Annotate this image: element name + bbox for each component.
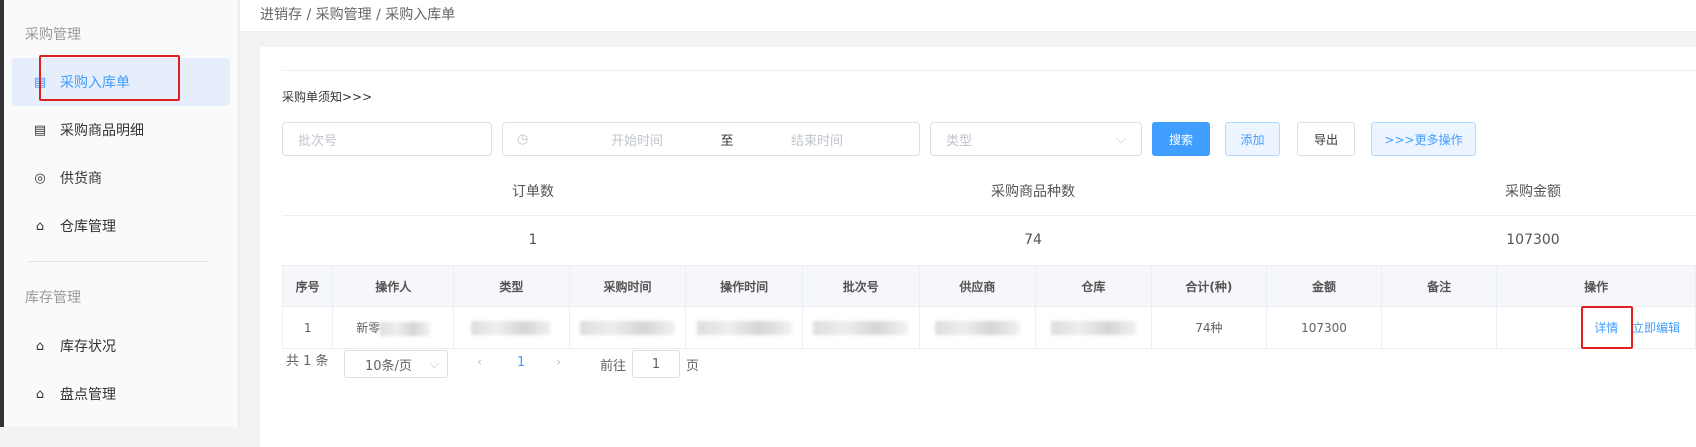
col-amount: 金额	[1266, 265, 1382, 307]
goto-label: 前往	[600, 359, 627, 374]
col-type: 类型	[453, 265, 570, 307]
col-actions: 操作	[1496, 265, 1696, 307]
redacted-blur	[579, 320, 675, 335]
page-size-select[interactable]: 10条/页 ⌵	[344, 350, 448, 378]
redacted-blur	[471, 320, 552, 335]
sidebar-item-supplier[interactable]: ◎ 供货商	[12, 154, 230, 202]
notice-link[interactable]: 采购单须知>>>	[282, 88, 372, 105]
cell-purchase-time	[568, 306, 687, 349]
group-title-inventory: 库存管理	[25, 290, 81, 306]
table-header-row: 序号 操作人 类型 采购时间 操作时间 批次号 供应商 仓库 合计(种) 金额 …	[281, 265, 1696, 307]
col-warehouse: 仓库	[1035, 265, 1152, 307]
divider	[282, 70, 1696, 71]
col-index: 序号	[281, 265, 334, 307]
cell-remark	[1380, 306, 1498, 349]
add-button[interactable]: 添加	[1225, 122, 1280, 156]
page-unit: 页	[686, 359, 700, 374]
group-title-purchase: 采购管理	[25, 27, 81, 43]
table-row: 1 新零 74种 107300 详情 立即编辑	[281, 306, 1696, 349]
divider	[282, 215, 1696, 216]
house-lock-icon: ⌂	[35, 338, 45, 354]
redacted-blur	[813, 320, 909, 335]
col-supplier: 供应商	[918, 265, 1037, 307]
redacted-blur	[1050, 320, 1136, 335]
cell-operation-time	[685, 306, 803, 349]
col-purchase-time: 采购时间	[568, 265, 687, 307]
document-list-icon: ▤	[33, 122, 47, 138]
top-bar	[240, 0, 1696, 32]
stat-value-kinds: 74	[1024, 232, 1042, 248]
clock-icon: ◷	[517, 131, 529, 147]
sidebar-item-stock-status[interactable]: ⌂ 库存状况	[12, 322, 230, 370]
pagination-total: 共 1 条	[286, 354, 329, 369]
batch-number-input[interactable]: 批次号	[282, 122, 492, 156]
cell-amount: 107300	[1266, 306, 1382, 349]
annotation-box	[1581, 306, 1633, 349]
col-total: 合计(种)	[1150, 265, 1268, 307]
cell-type	[453, 306, 570, 349]
date-range-picker[interactable]: ◷ 开始时间 至 结束时间	[502, 122, 920, 156]
sidebar-item-warehouse[interactable]: ⌂ 仓库管理	[12, 202, 230, 250]
annotation-box	[39, 55, 180, 101]
purchase-table: 序号 操作人 类型 采购时间 操作时间 批次号 供应商 仓库 合计(种) 金额 …	[281, 265, 1696, 349]
cell-warehouse	[1035, 306, 1152, 349]
sidebar-item-purchase-detail[interactable]: ▤ 采购商品明细	[12, 106, 230, 154]
cell-batch	[801, 306, 920, 349]
breadcrumb: 进销存 / 采购管理 / 采购入库单	[260, 7, 456, 23]
col-remark: 备注	[1380, 265, 1498, 307]
col-operator: 操作人	[332, 265, 455, 307]
stat-label-amount: 采购金额	[1505, 184, 1561, 200]
cell-index: 1	[281, 306, 334, 349]
start-date-input[interactable]: 开始时间	[577, 130, 697, 149]
search-button[interactable]: 搜索	[1152, 122, 1210, 156]
range-separator: 至	[720, 133, 734, 149]
redacted-blur	[696, 320, 792, 335]
supplier-icon: ◎	[34, 170, 46, 186]
more-actions-button[interactable]: >>>更多操作	[1371, 122, 1476, 156]
stat-label-orders: 订单数	[512, 184, 554, 200]
cell-operator: 新零	[332, 306, 455, 349]
sidebar-item-stocktake[interactable]: ⌂ 盘点管理	[12, 370, 230, 418]
goto-page-input[interactable]: 1	[632, 350, 680, 378]
prev-page-icon[interactable]: ‹	[477, 355, 482, 370]
end-date-input[interactable]: 结束时间	[757, 130, 877, 149]
redacted-blur	[934, 320, 1020, 335]
house-lock-icon: ⌂	[35, 386, 45, 402]
stat-label-kinds: 采购商品种数	[991, 184, 1075, 200]
stat-value-amount: 107300	[1506, 232, 1560, 248]
current-page[interactable]: 1	[517, 355, 525, 370]
export-button[interactable]: 导出	[1297, 122, 1355, 156]
col-batch: 批次号	[801, 265, 920, 307]
house-icon: ⌂	[35, 218, 45, 234]
next-page-icon[interactable]: ›	[556, 355, 561, 370]
cell-total: 74种	[1150, 306, 1268, 349]
edit-link[interactable]: 立即编辑	[1632, 321, 1680, 335]
type-select[interactable]: 类型 ⌵	[930, 122, 1142, 156]
chevron-down-icon: ⌵	[429, 356, 439, 372]
divider	[28, 261, 208, 262]
cell-supplier	[918, 306, 1037, 349]
redacted-blur	[380, 321, 431, 336]
stat-value-orders: 1	[528, 232, 538, 248]
chevron-down-icon: ⌵	[1116, 131, 1126, 147]
col-operation-time: 操作时间	[685, 265, 803, 307]
